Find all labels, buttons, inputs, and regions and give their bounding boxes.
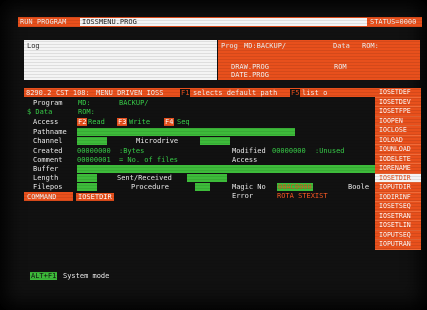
- command-item[interactable]: IOPUTDIR: [375, 183, 421, 193]
- file-entry[interactable]: DRAW.PROG: [231, 63, 269, 71]
- buffer-label: Buffer: [33, 165, 59, 173]
- boole-label: Boole: [348, 183, 370, 191]
- access-detail-label: Access: [232, 156, 258, 164]
- buffer-field[interactable]: [77, 165, 375, 173]
- log-window: Log: [24, 40, 217, 80]
- menu-address: 8290.2: [26, 89, 52, 97]
- command-item[interactable]: IOSETSEQ: [375, 202, 421, 212]
- channel-field-left[interactable]: [77, 137, 107, 145]
- filepos-field-right[interactable]: [195, 183, 210, 191]
- pathname-label: Pathname: [33, 128, 67, 136]
- prog-value: MD:BACKUP/: [244, 42, 287, 50]
- f5-text: list o: [302, 89, 328, 97]
- command-label: COMMAND: [27, 193, 57, 201]
- channel-label: Channel: [33, 137, 63, 145]
- command-item[interactable]: IORENAME: [375, 164, 421, 174]
- file-entry[interactable]: DATE.PROG: [231, 71, 269, 79]
- command-item[interactable]: IOCLOSE: [375, 126, 421, 136]
- command-item[interactable]: IOPUTSEQ: [375, 230, 421, 240]
- access-seq[interactable]: Seq: [177, 118, 190, 126]
- data-row-label: $ Data: [27, 108, 53, 116]
- command-list: IOSETDEF IOSETDEV IOSETFPE IOOPEN IOCLOS…: [375, 88, 421, 250]
- length-field[interactable]: [77, 174, 97, 182]
- magic-label: Magic No: [232, 183, 266, 191]
- command-item-selected[interactable]: IOSETDIR: [375, 173, 421, 183]
- program-label: Program: [33, 99, 63, 107]
- program-name-field[interactable]: IOSSMENU.PROG: [80, 18, 367, 26]
- alt-f1-key[interactable]: ALT+F1: [30, 272, 58, 280]
- f4-key[interactable]: F4: [164, 118, 175, 126]
- menu-cst: CST 108:: [56, 89, 90, 97]
- menu-title: MENU DRIVEN IOSS: [96, 89, 164, 97]
- program-value: BACKUP/: [119, 99, 149, 107]
- prog-label: Prog: [221, 42, 238, 50]
- f3-key[interactable]: F3: [117, 118, 128, 126]
- run-program-label[interactable]: RUN PROGRAM: [20, 18, 66, 26]
- access-write[interactable]: Write: [129, 118, 150, 126]
- filepos-label: Filepos: [33, 183, 63, 191]
- comment-value: 00000001: [77, 156, 111, 164]
- command-item[interactable]: IODELETE: [375, 154, 421, 164]
- channel-value: Microdrive: [136, 137, 179, 145]
- comment-label: Comment: [33, 156, 63, 164]
- rom-value: ROM: [334, 63, 347, 71]
- f1-key[interactable]: F1: [180, 89, 191, 97]
- data-value: ROM:: [362, 42, 379, 50]
- command-value[interactable]: IOSETDIR: [76, 193, 114, 201]
- channel-field-right[interactable]: [200, 137, 230, 145]
- data-label: Data: [333, 42, 350, 50]
- length-field-right[interactable]: [187, 174, 227, 182]
- modified-unit: :Unused: [315, 147, 345, 155]
- created-value: 00000000: [77, 147, 111, 155]
- command-item[interactable]: IODIRINF: [375, 192, 421, 202]
- status-code: STATUS=0000: [370, 18, 417, 26]
- program-device: MD:: [78, 99, 91, 107]
- created-label: Created: [33, 147, 63, 155]
- error-value: ROTA STEXIST: [277, 192, 328, 200]
- command-item[interactable]: IOSETDEF: [375, 88, 421, 98]
- error-label: Error: [232, 192, 254, 200]
- command-item[interactable]: IOOPEN: [375, 116, 421, 126]
- length-value: Sent/Received: [117, 174, 172, 182]
- modified-value: 00000000: [272, 147, 306, 155]
- f1-text: selects default path: [193, 89, 278, 97]
- access-read[interactable]: Read: [88, 118, 105, 126]
- log-title: Log: [27, 42, 40, 50]
- command-item[interactable]: IOSETDEV: [375, 97, 421, 107]
- data-device: ROM:: [78, 108, 95, 116]
- f5-key[interactable]: F5: [290, 89, 301, 97]
- crt-screen: RUN PROGRAM IOSSMENU.PROG STATUS=0000 Lo…: [0, 0, 427, 310]
- comment-unit: = No. of files: [119, 156, 179, 164]
- filepos-field[interactable]: [77, 183, 97, 191]
- command-item[interactable]: IOPUTRAN: [375, 240, 421, 250]
- modified-label: Modified: [232, 147, 266, 155]
- f2-key[interactable]: F2: [77, 118, 88, 126]
- filepos-value: Procedure: [131, 183, 169, 191]
- magic-value: 00AC0000: [277, 183, 313, 191]
- command-item[interactable]: IOSETRAN: [375, 211, 421, 221]
- length-label: Length: [33, 174, 59, 182]
- access-label: Access: [33, 118, 59, 126]
- command-item[interactable]: IOSETLIN: [375, 221, 421, 231]
- system-mode-text: System mode: [63, 272, 110, 280]
- created-unit: :Bytes: [119, 147, 145, 155]
- command-item[interactable]: IOSETFPE: [375, 107, 421, 117]
- pathname-field[interactable]: [77, 128, 295, 136]
- command-item[interactable]: IOLOAD: [375, 135, 421, 145]
- command-item[interactable]: IOUNLOAD: [375, 145, 421, 155]
